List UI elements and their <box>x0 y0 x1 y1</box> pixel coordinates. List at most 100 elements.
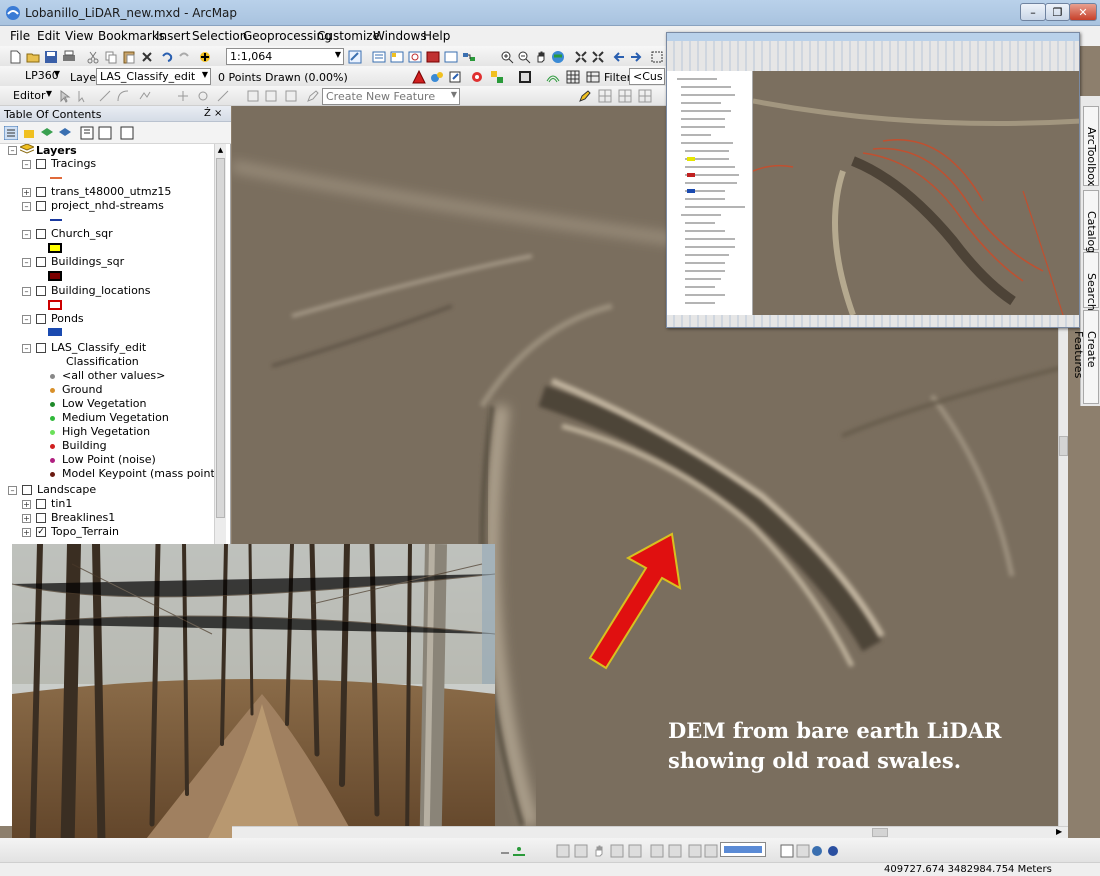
pencil-icon[interactable] <box>306 89 320 103</box>
expand-layer[interactable]: + <box>22 514 31 523</box>
arctoolbox-icon[interactable] <box>426 50 440 64</box>
go-back-icon[interactable] <box>612 50 626 64</box>
layer-trans-t48000[interactable]: trans_t48000_utmz15 <box>51 185 171 198</box>
create-new-feature-combo[interactable]: Create New Feature ▼ <box>322 88 460 105</box>
contour-icon[interactable] <box>546 70 560 84</box>
list-by-visibility-icon[interactable] <box>40 126 54 140</box>
list-by-source-icon[interactable] <box>22 126 36 140</box>
menu-edit[interactable]: Edit <box>37 29 60 43</box>
fixed-zoom-in-icon[interactable] <box>574 50 588 64</box>
minimize-button[interactable]: – <box>1020 3 1046 21</box>
layer-breaklines1[interactable]: Breaklines1 <box>51 511 115 524</box>
collapse-layer[interactable]: – <box>22 287 31 296</box>
tool-icon[interactable] <box>704 844 718 858</box>
layer-visibility-checkbox[interactable] <box>36 201 46 211</box>
layer-visibility-checkbox[interactable] <box>36 343 46 353</box>
add-data-icon[interactable] <box>198 50 212 64</box>
snap-grid-icon[interactable] <box>618 89 632 103</box>
lp360-menu[interactable]: LP360 ▼ <box>22 68 62 85</box>
menu-windows[interactable]: Windows <box>373 29 427 43</box>
collapse-layer[interactable]: – <box>22 315 31 324</box>
layer-ponds[interactable]: Ponds <box>51 312 84 325</box>
display-mode-icon[interactable] <box>518 70 532 84</box>
layer-visibility-checkbox[interactable] <box>36 286 46 296</box>
toc-scroll-thumb[interactable] <box>216 158 225 518</box>
layer-visibility-checkbox[interactable] <box>36 229 46 239</box>
sketch-properties-icon[interactable] <box>264 89 278 103</box>
editor-toolbar-icon[interactable] <box>348 50 362 64</box>
tool-icon[interactable] <box>574 844 588 858</box>
map-scroll-thumb[interactable] <box>1059 436 1068 456</box>
map-scale-combo[interactable]: 1:1,064 ▼ <box>226 48 344 65</box>
list-by-drawing-order-icon[interactable] <box>4 126 18 140</box>
tool-icon[interactable] <box>810 844 824 858</box>
map-hscroll-thumb[interactable] <box>872 828 888 837</box>
collapse-group[interactable]: – <box>8 486 17 495</box>
layer-visibility-checkbox[interactable] <box>36 499 46 509</box>
new-document-icon[interactable] <box>8 50 22 64</box>
tool-icon[interactable] <box>628 844 642 858</box>
profile-triangle-icon[interactable] <box>412 70 426 84</box>
edit-annotation-icon[interactable] <box>76 89 90 103</box>
tool-icon[interactable] <box>826 844 840 858</box>
filter-manager-icon[interactable] <box>470 70 484 84</box>
options-icon[interactable] <box>120 126 134 140</box>
select-features-icon[interactable] <box>650 50 664 64</box>
menu-help[interactable]: Help <box>423 29 450 43</box>
layer-visibility-checkbox[interactable] <box>36 159 46 169</box>
filter-combo[interactable]: <Cus <box>629 68 665 85</box>
table-of-contents-icon[interactable] <box>372 50 386 64</box>
fixed-zoom-out-icon[interactable] <box>591 50 605 64</box>
pencil-icon[interactable] <box>578 89 592 103</box>
layer-building-locations[interactable]: Building_locations <box>51 284 151 297</box>
layer-tracings[interactable]: Tracings <box>51 157 96 170</box>
menu-bookmarks[interactable]: Bookmarks <box>98 29 165 43</box>
scroll-up-icon[interactable]: ▲ <box>216 146 225 155</box>
layer-nhd-streams[interactable]: project_nhd-streams <box>51 199 164 212</box>
snap-grid-icon[interactable] <box>638 89 652 103</box>
redo-icon[interactable] <box>177 50 191 64</box>
options-icon[interactable] <box>98 126 112 140</box>
classify-icon[interactable] <box>490 70 504 84</box>
menu-view[interactable]: View <box>65 29 93 43</box>
line-color-icon[interactable] <box>512 844 526 858</box>
collapse-layer[interactable]: – <box>22 344 31 353</box>
pan-hand-icon[interactable] <box>592 844 606 858</box>
tool-icon[interactable] <box>556 844 570 858</box>
menu-file[interactable]: File <box>10 29 30 43</box>
options-icon[interactable] <box>80 126 94 140</box>
go-forward-icon[interactable] <box>629 50 643 64</box>
undo-icon[interactable] <box>160 50 174 64</box>
attributes-icon[interactable] <box>246 89 260 103</box>
tool-icon[interactable] <box>650 844 664 858</box>
zoom-out-icon[interactable] <box>517 50 531 64</box>
collapse-layer[interactable]: – <box>22 230 31 239</box>
layer-combo[interactable]: LAS_Classify_edit ▼ <box>96 68 211 85</box>
arctoolbox-tab[interactable]: ArcToolbox <box>1083 106 1099 186</box>
expand-layer[interactable]: + <box>22 500 31 509</box>
map-horizontal-scrollbar[interactable]: ▶ <box>232 826 1068 838</box>
rotate-icon[interactable] <box>196 89 210 103</box>
search-window-icon[interactable] <box>408 50 422 64</box>
collapse-layer[interactable]: – <box>22 202 31 211</box>
delete-icon[interactable] <box>140 50 154 64</box>
close-button[interactable]: ✕ <box>1069 3 1097 21</box>
export-icon[interactable] <box>448 70 462 84</box>
open-folder-icon[interactable] <box>26 50 40 64</box>
trace-icon[interactable] <box>138 89 152 103</box>
layer-visibility-checkbox[interactable] <box>36 314 46 324</box>
table-icon[interactable] <box>586 70 600 84</box>
layer-church-sqr[interactable]: Church_sqr <box>51 227 113 240</box>
expand-layer[interactable]: + <box>22 188 31 197</box>
search-tab[interactable]: Search <box>1083 252 1099 311</box>
layer-tin1[interactable]: tin1 <box>51 497 72 510</box>
snap-grid-icon[interactable] <box>598 89 612 103</box>
cut-icon[interactable] <box>86 50 100 64</box>
selection-color-combo[interactable] <box>720 842 766 857</box>
reshape-icon[interactable] <box>216 89 230 103</box>
toc-root-layers[interactable]: Layers <box>36 144 77 157</box>
menu-insert[interactable]: Insert <box>156 29 190 43</box>
split-tool-icon[interactable] <box>176 89 190 103</box>
catalog-window-icon[interactable] <box>390 50 404 64</box>
group-landscape[interactable]: Landscape <box>37 483 96 496</box>
